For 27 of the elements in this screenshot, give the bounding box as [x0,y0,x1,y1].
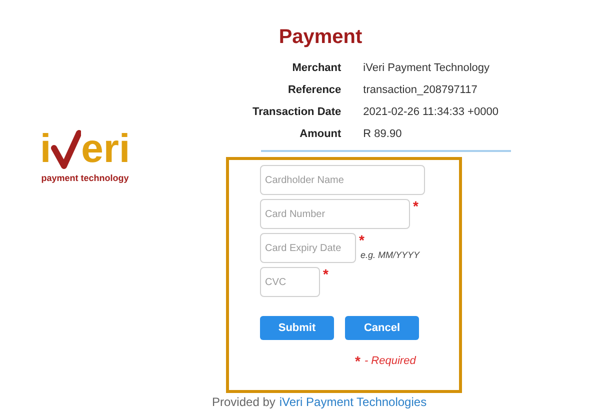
footer-link[interactable]: iVeri Payment Technologies [279,394,427,410]
required-mark: * [359,233,364,247]
required-note: - Required [364,354,416,369]
page-title: Payment [278,25,362,50]
footer-text: Provided by [212,394,276,410]
form-button[interactable]: Submit [260,316,334,340]
input-field[interactable]: Card Number [260,199,410,229]
form-button[interactable]: Cancel [345,316,419,340]
detail-value: iVeri Payment Technology [363,61,491,76]
detail-label: Reference [286,83,342,98]
input-field[interactable]: Card Expiry Date [260,233,356,263]
logo-text: i [40,128,52,170]
detail-label: Amount [298,127,342,142]
detail-value: transaction_208797117 [363,83,478,98]
detail-label: Merchant [291,61,342,76]
required-mark: * [413,199,418,213]
logo-text: eri [81,128,130,170]
required-mark: * [355,354,360,368]
detail-label: Transaction Date [252,105,342,120]
detail-value: 2021-02-26 11:34:33 +0000 [363,105,498,120]
input-field[interactable]: CVC [260,267,320,297]
field-hint: e.g. MM/YYYY [360,248,420,262]
logo-tagline: payment technology [41,172,129,185]
detail-value: R 89.90 [363,127,403,142]
check-icon [51,130,82,170]
required-mark: * [323,267,328,281]
input-field[interactable]: Cardholder Name [260,165,425,195]
